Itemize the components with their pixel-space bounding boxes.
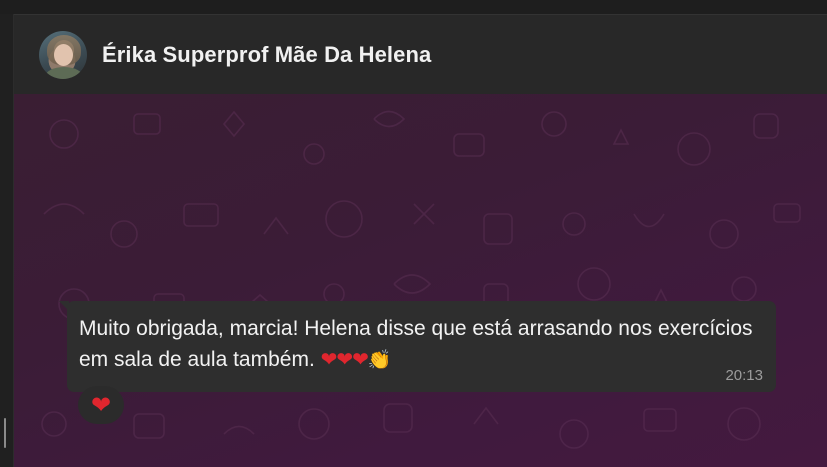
reaction-heart-icon[interactable]: ❤ [78, 386, 124, 424]
title-strip [0, 0, 827, 14]
scrollbar-thumb[interactable] [4, 418, 6, 448]
heart-emojis: ❤❤❤ [320, 347, 369, 371]
bubble-tail [59, 301, 69, 311]
message-text: Muito obrigada, marcia! Helena disse que… [79, 313, 769, 376]
message-body: Muito obrigada, marcia! Helena disse que… [79, 317, 753, 371]
chat-header[interactable]: Érika Superprof Mãe Da Helena [14, 14, 827, 94]
contact-avatar[interactable] [39, 30, 87, 79]
avatar-shirt [45, 66, 83, 79]
clap-emoji: 👏 [367, 349, 392, 371]
message-bubble[interactable]: Muito obrigada, marcia! Helena disse que… [59, 301, 776, 392]
avatar-face [54, 43, 73, 66]
message-timestamp: 20:13 [725, 367, 763, 384]
chat-messages-area: Muito obrigada, marcia! Helena disse que… [14, 94, 827, 467]
chat-window: Érika Superprof Mãe Da Helena Muito obri… [0, 0, 827, 467]
wallpaper-pattern [41, 110, 801, 449]
left-panel-edge [0, 14, 14, 467]
contact-name[interactable]: Érika Superprof Mãe Da Helena [102, 42, 431, 68]
